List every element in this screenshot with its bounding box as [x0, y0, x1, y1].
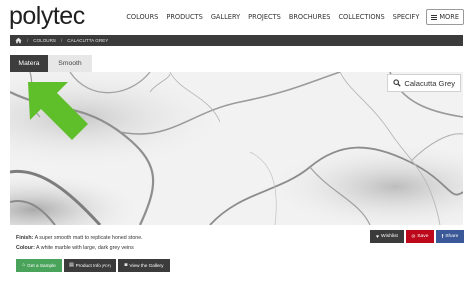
view-gallery-label: View the Gallery [129, 263, 164, 268]
heart-icon: ♥ [376, 233, 380, 240]
nav-item-products[interactable]: PRODUCTS [166, 13, 202, 21]
get-sample-label: Get a Sample [27, 263, 56, 268]
finish-label: Finish: [16, 235, 34, 241]
nav-item-projects[interactable]: PROJECTS [248, 13, 281, 21]
finish-text: A super smooth matt to replicate honed s… [34, 235, 143, 241]
nav-item-gallery[interactable]: GALLERY [211, 13, 240, 21]
cart-icon: ⌂ [22, 263, 26, 268]
nav-item-brochures[interactable]: BROCHURES [289, 13, 331, 21]
home-icon[interactable] [15, 37, 22, 44]
breadcrumb-separator: / [27, 38, 29, 43]
breadcrumb-separator: / [61, 38, 63, 43]
site-header: polytec COLOURS PRODUCTS GALLERY PROJECT… [0, 0, 474, 34]
get-sample-button[interactable]: ⌂ Get a Sample [16, 259, 62, 272]
colour-label: Colour: [16, 245, 35, 251]
finish-tabs: Matera Smooth [10, 55, 92, 72]
colour-text: A white marble with large, dark grey vei… [36, 245, 134, 251]
facebook-share-button[interactable]: f Share [436, 230, 464, 243]
more-label: MORE [439, 13, 459, 21]
wishlist-button[interactable]: ♥ Wishlist [370, 230, 404, 243]
product-info-label: Product Info [75, 263, 101, 268]
colour-details: Finish: A super smooth matt to replicate… [16, 233, 143, 253]
swatch-name-tag[interactable]: Calacutta Grey [387, 74, 461, 92]
pinterest-icon: ℗ [411, 233, 416, 240]
tab-matera[interactable]: Matera [10, 55, 48, 72]
colour-row: Colour: A white marble with large, dark … [16, 243, 143, 253]
action-buttons: ⌂ Get a Sample ▤ Product Info (PDF) ◙ Vi… [16, 259, 172, 272]
share-buttons: ♥ Wishlist ℗ Save f Share [368, 230, 464, 243]
marble-texture [10, 72, 463, 225]
pinterest-save-button[interactable]: ℗ Save [406, 230, 434, 243]
nav-item-colours[interactable]: COLOURS [126, 13, 158, 21]
facebook-share-label: Share [445, 234, 459, 239]
nav-item-specify[interactable]: SPECIFY [393, 13, 420, 21]
swatch-name: Calacutta Grey [404, 78, 455, 88]
view-gallery-button[interactable]: ◙ View the Gallery [118, 259, 170, 272]
finish-row: Finish: A super smooth matt to replicate… [16, 233, 143, 243]
save-label: Save [417, 234, 429, 239]
breadcrumb: / COLOURS / CALACUTTA GREY [10, 35, 463, 46]
camera-icon: ◙ [124, 263, 128, 268]
breadcrumb-item-current: CALACUTTA GREY [67, 38, 109, 43]
main-nav: COLOURS PRODUCTS GALLERY PROJECTS BROCHU… [118, 9, 464, 25]
breadcrumb-item-colours[interactable]: COLOURS [33, 38, 56, 43]
tab-smooth[interactable]: Smooth [48, 55, 92, 72]
zoom-search-icon [393, 79, 401, 87]
pdf-suffix: (PDF) [101, 263, 111, 268]
more-menu-button[interactable]: MORE [426, 9, 464, 25]
polytec-logo[interactable]: polytec [9, 1, 85, 31]
document-icon: ▤ [69, 263, 74, 268]
hamburger-icon [431, 14, 438, 21]
colour-swatch-image: Calacutta Grey [10, 72, 463, 225]
facebook-icon: f [441, 233, 444, 240]
nav-item-collections[interactable]: COLLECTIONS [338, 13, 384, 21]
wishlist-label: Wishlist [381, 234, 398, 239]
product-info-button[interactable]: ▤ Product Info (PDF) [64, 259, 116, 272]
